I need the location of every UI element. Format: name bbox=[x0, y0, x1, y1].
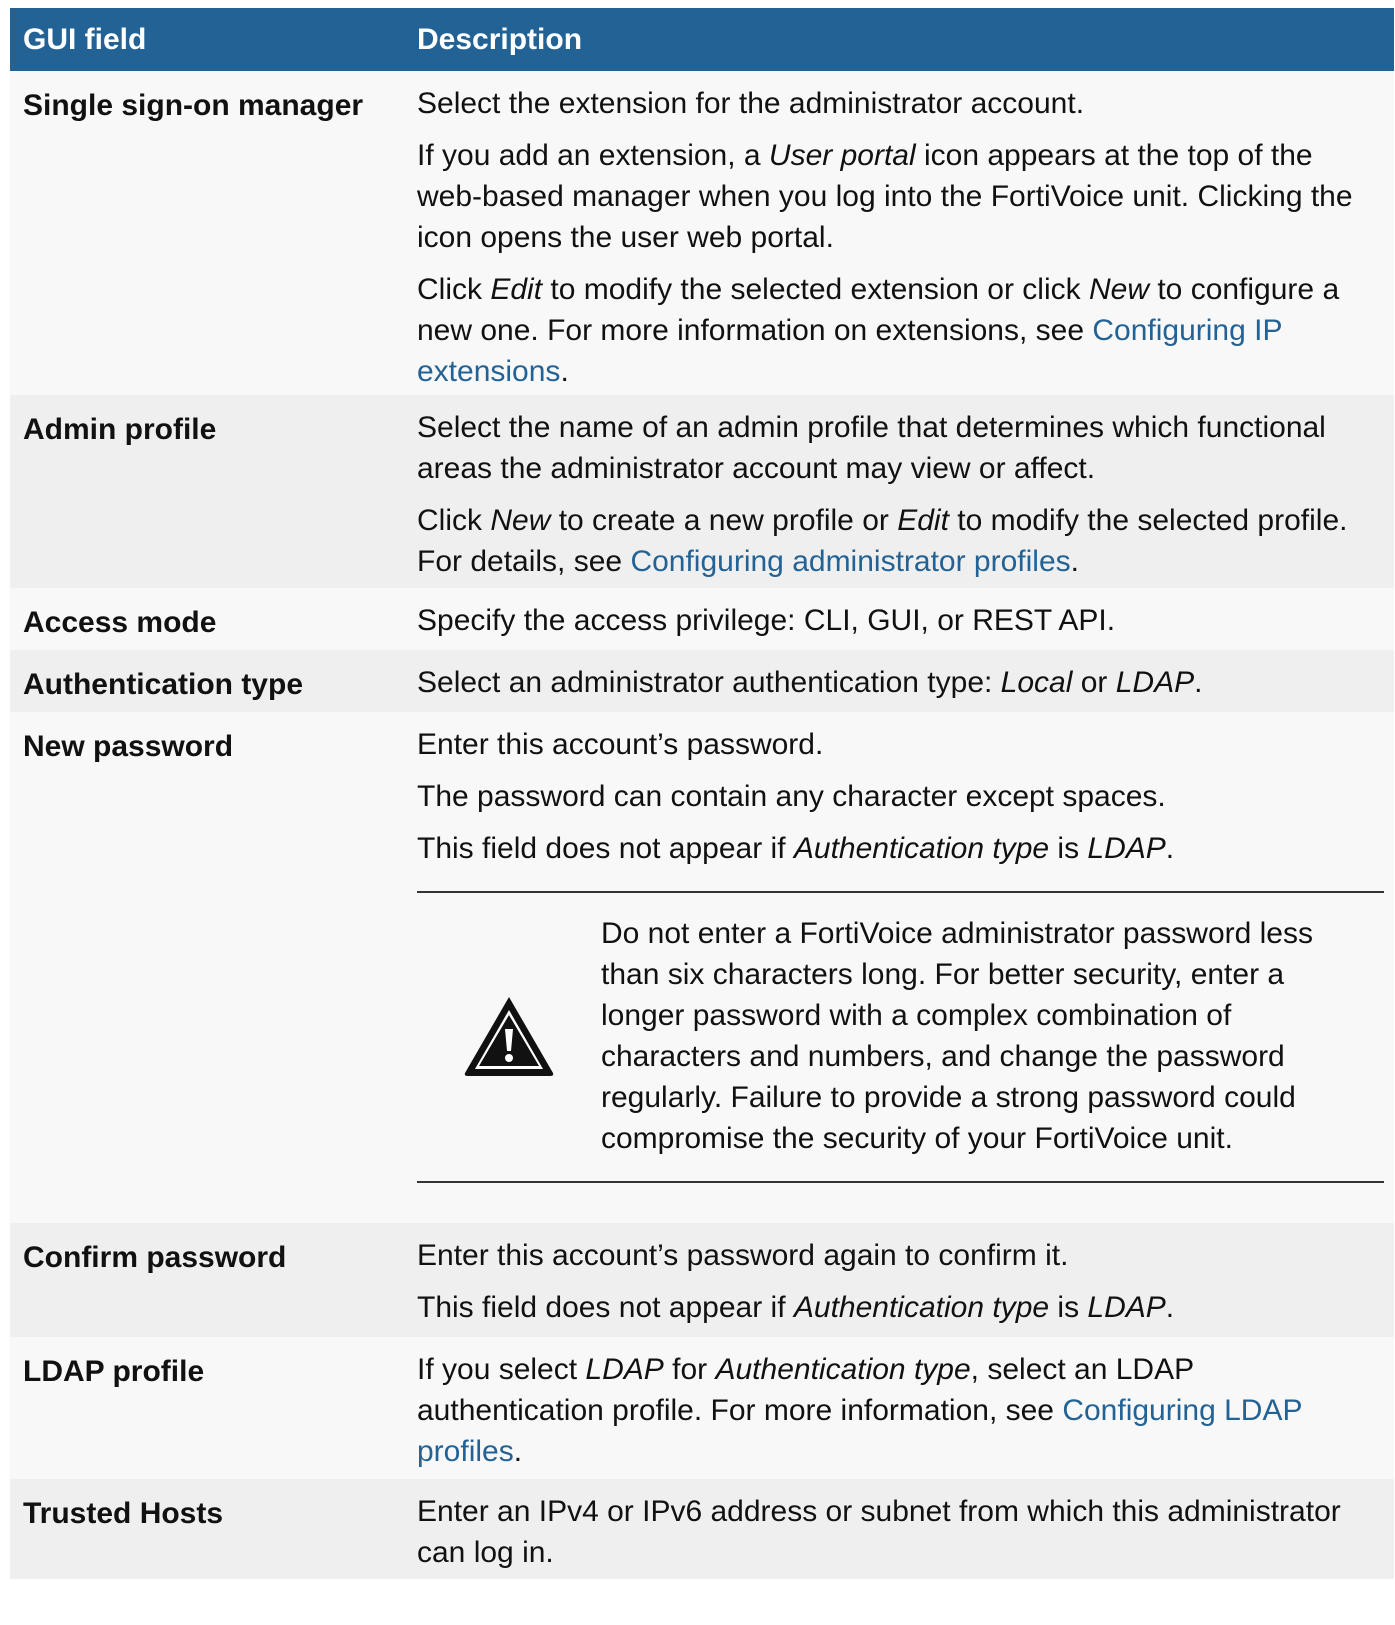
description-text: Enter an IPv4 or IPv6 address or subnet … bbox=[417, 1495, 1341, 1569]
field-name: New password bbox=[23, 730, 234, 763]
description-text: Select the extension for the administrat… bbox=[417, 87, 1085, 120]
field-description: Select the name of an admin profile that… bbox=[413, 395, 1394, 588]
field-description: If you select LDAP for Authentication ty… bbox=[413, 1337, 1394, 1479]
description-text: Enter this account’s password again to c… bbox=[417, 1239, 1069, 1272]
field-name: LDAP profile bbox=[23, 1355, 205, 1388]
description-text: Select an administrator authentication t… bbox=[417, 666, 1203, 699]
field-description: Enter this account’s password again to c… bbox=[413, 1223, 1394, 1337]
table-header: GUI field Description bbox=[10, 8, 1394, 71]
field-name: Authentication type bbox=[23, 668, 304, 701]
description-text: Click New to create a new profile or Edi… bbox=[417, 504, 1348, 578]
warning-text: Do not enter a FortiVoice administrator … bbox=[601, 917, 1313, 1155]
field-description: Select an administrator authentication t… bbox=[413, 650, 1394, 712]
description-text: If you add an extension, a User portal i… bbox=[417, 139, 1353, 254]
description-text: Select the name of an admin profile that… bbox=[417, 411, 1326, 485]
table-row: Confirm password Enter this account’s pa… bbox=[10, 1223, 1394, 1337]
description-text: This field does not appear if Authentica… bbox=[417, 832, 1175, 865]
field-name: Single sign-on manager bbox=[23, 89, 364, 122]
link-configuring-administrator-profiles[interactable]: Configuring administrator profiles bbox=[630, 545, 1070, 578]
field-name: Trusted Hosts bbox=[23, 1497, 224, 1530]
table-row: Authentication type Select an administra… bbox=[10, 650, 1394, 712]
table-row: Trusted Hosts Enter an IPv4 or IPv6 addr… bbox=[10, 1479, 1394, 1579]
table-row: LDAP profile If you select LDAP for Auth… bbox=[10, 1337, 1394, 1479]
gui-field-table: GUI field Description Single sign-on man… bbox=[10, 8, 1394, 1579]
description-text: Specify the access privilege: CLI, GUI, … bbox=[417, 604, 1116, 637]
table-row: New password Enter this account’s passwo… bbox=[10, 712, 1394, 1223]
table-row: Single sign-on manager Select the extens… bbox=[10, 71, 1394, 395]
field-description: Select the extension for the administrat… bbox=[413, 71, 1394, 395]
table-row: Admin profile Select the name of an admi… bbox=[10, 395, 1394, 588]
description-text: The password can contain any character e… bbox=[417, 780, 1166, 813]
description-text: If you select LDAP for Authentication ty… bbox=[417, 1353, 1302, 1468]
field-name: Confirm password bbox=[23, 1241, 287, 1274]
field-name: Access mode bbox=[23, 606, 217, 639]
warning-triangle-icon bbox=[417, 993, 601, 1079]
header-gui-field: GUI field bbox=[23, 23, 147, 56]
field-description: Specify the access privilege: CLI, GUI, … bbox=[413, 588, 1394, 650]
header-description: Description bbox=[417, 23, 583, 56]
table-row: Access mode Specify the access privilege… bbox=[10, 588, 1394, 650]
field-name: Admin profile bbox=[23, 413, 217, 446]
description-text: Enter this account’s password. bbox=[417, 728, 824, 761]
warning-note: Do not enter a FortiVoice administrator … bbox=[417, 891, 1384, 1183]
description-text: Click Edit to modify the selected extens… bbox=[417, 273, 1340, 388]
field-description: Enter this account’s password. The passw… bbox=[413, 712, 1394, 1223]
field-description: Enter an IPv4 or IPv6 address or subnet … bbox=[413, 1479, 1394, 1579]
description-text: This field does not appear if Authentica… bbox=[417, 1291, 1175, 1324]
